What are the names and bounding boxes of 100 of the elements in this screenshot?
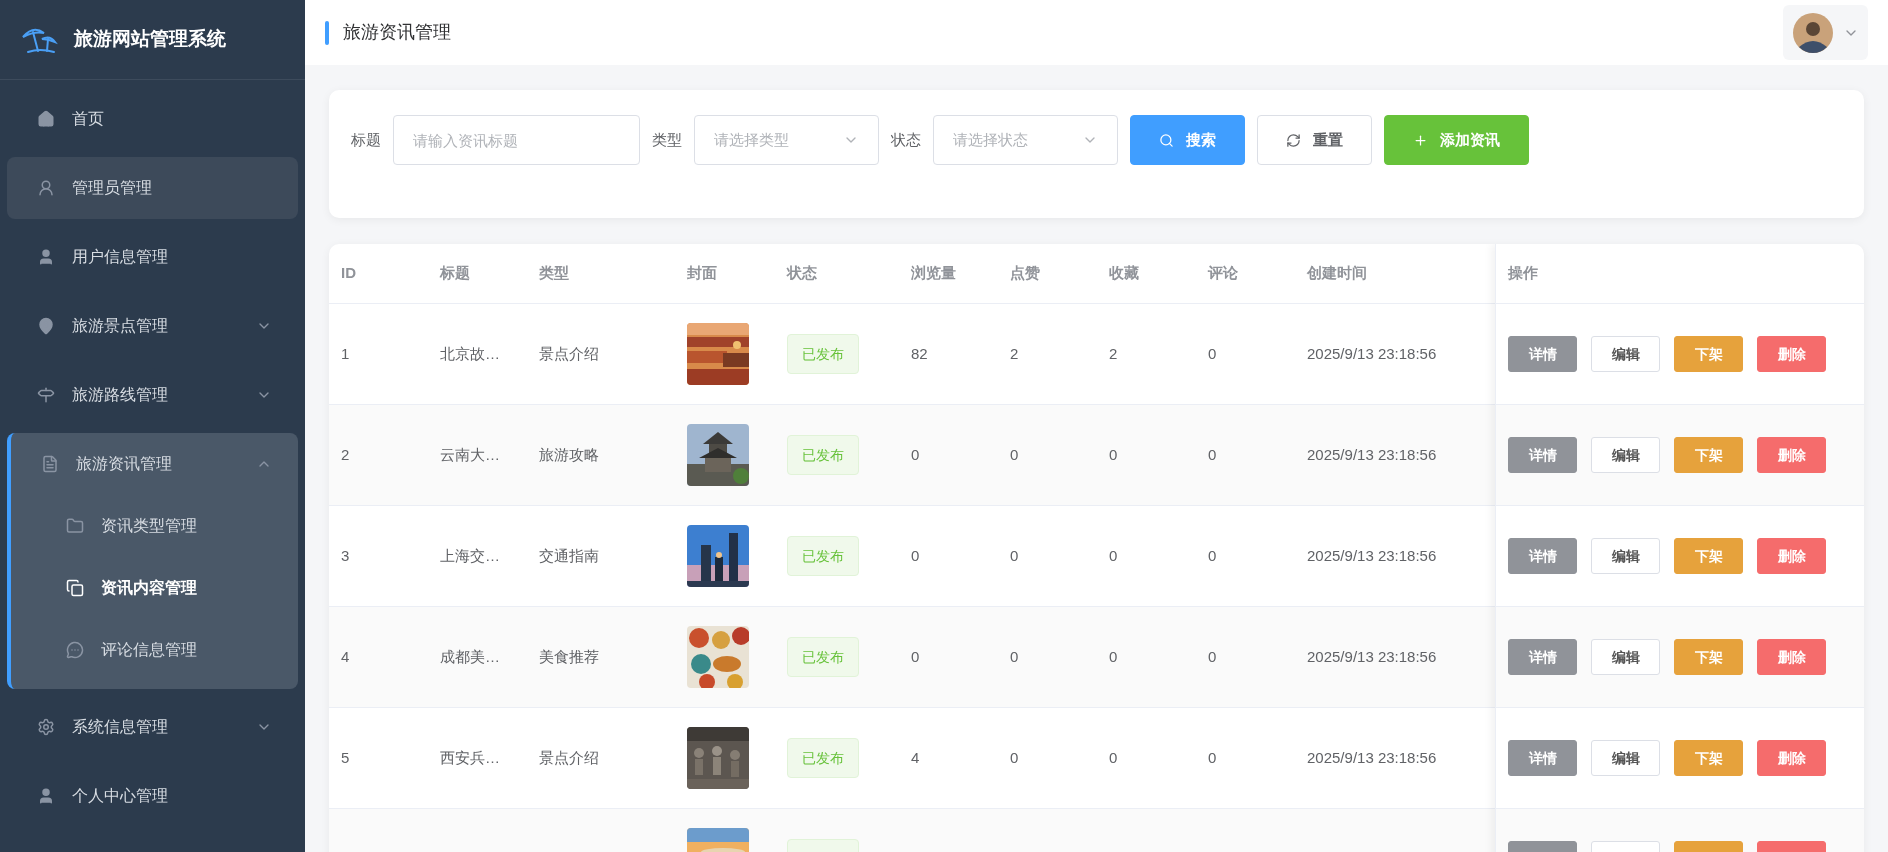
table-cell-text: 2025/9/13 23:18:56	[1307, 747, 1437, 768]
table-cell-text: 0	[1208, 646, 1217, 667]
add-button[interactable]: 添加资讯	[1384, 115, 1529, 165]
menu-item[interactable]: 管理员管理	[7, 157, 298, 219]
details-button[interactable]: 详情	[1508, 437, 1577, 473]
avatar-icon	[1792, 12, 1833, 53]
search-button[interactable]: 搜索	[1130, 115, 1245, 165]
status-tag: 已发布	[787, 536, 859, 576]
delete-button[interactable]: 删除	[1757, 639, 1826, 675]
folder-icon	[66, 517, 84, 535]
table-cell-text: 0	[1109, 545, 1118, 566]
settings-icon	[37, 718, 55, 736]
edit-button[interactable]: 编辑	[1591, 336, 1660, 372]
status-tag: 已发布	[787, 637, 859, 677]
table-cell-text: 北京故…	[440, 343, 500, 364]
table-cell-text: 0	[911, 646, 920, 667]
status-tag: 已发布	[787, 435, 859, 475]
map-pin-icon	[37, 317, 55, 335]
refresh-icon	[1286, 132, 1301, 148]
select-field[interactable]: 请选择类型	[694, 115, 879, 165]
column-header: 创建时间	[1307, 263, 1367, 284]
field-label: 标题	[351, 129, 381, 150]
document-icon	[41, 455, 59, 473]
table-cell-text: 0	[1208, 444, 1217, 465]
menu-item[interactable]: 个人中心管理	[7, 765, 298, 827]
menu-item[interactable]: 首页	[7, 88, 298, 150]
table-cell-text: 0	[1208, 747, 1217, 768]
delete-button[interactable]: 删除	[1757, 437, 1826, 473]
unpublish-button[interactable]: 下架	[1674, 639, 1743, 675]
unpublish-button[interactable]: 下架	[1674, 437, 1743, 473]
table-cell-text: 0	[911, 545, 920, 566]
table-cell-text: 0	[1010, 747, 1019, 768]
submenu-item[interactable]: 评论信息管理	[11, 619, 298, 681]
table-cell-text: 82	[911, 343, 928, 364]
table-cell-text: 景点介绍	[539, 747, 599, 768]
column-header: 操作	[1508, 263, 1538, 284]
unpublish-button[interactable]: 下架	[1674, 740, 1743, 776]
table-cell-text: 4	[341, 646, 350, 667]
search-icon	[1159, 132, 1174, 148]
column-header: ID	[341, 263, 356, 284]
table-cell-text: 0	[1109, 444, 1118, 465]
table-cell-text: 1	[341, 343, 350, 364]
table-cell-text: 景点介绍	[539, 343, 599, 364]
edit-button[interactable]: 编辑	[1591, 740, 1660, 776]
details-button[interactable]: 详情	[1508, 740, 1577, 776]
table-cell-text: 旅游攻略	[539, 444, 599, 465]
field-label: 类型	[652, 129, 682, 150]
edit-button[interactable]: 编辑	[1591, 639, 1660, 675]
select-field[interactable]: 请选择状态	[933, 115, 1118, 165]
chat-icon	[66, 641, 84, 659]
menu-item[interactable]: 旅游景点管理	[7, 295, 298, 357]
column-header: 标题	[440, 263, 470, 284]
status-tag: 已发布	[787, 738, 859, 778]
reset-button[interactable]: 重置	[1257, 115, 1372, 165]
table-cell-text: 2025/9/13 23:18:56	[1307, 343, 1437, 364]
user-icon	[37, 248, 55, 266]
user-menu[interactable]	[1783, 5, 1868, 60]
table-cell-text: 2025/9/13 23:18:56	[1307, 444, 1437, 465]
table-cell-text: 2025/9/13 23:18:56	[1307, 545, 1437, 566]
column-header: 评论	[1208, 263, 1238, 284]
table-cell-text: 4	[911, 747, 920, 768]
delete-button[interactable]: 删除	[1757, 336, 1826, 372]
menu-item[interactable]: 旅游资讯管理	[11, 433, 298, 495]
column-header: 点赞	[1010, 263, 1040, 284]
documents-icon	[66, 579, 84, 597]
edit-button[interactable]: 编辑	[1591, 437, 1660, 473]
edit-button[interactable]: 编辑	[1591, 538, 1660, 574]
table-cell-text: 成都美…	[440, 646, 500, 667]
table-cell-text: 2	[341, 444, 350, 465]
submenu-item[interactable]: 资讯内容管理	[11, 557, 298, 619]
user-icon	[37, 787, 55, 805]
menu-item[interactable]: 用户信息管理	[7, 226, 298, 288]
table-cell-text: 西安兵…	[440, 747, 500, 768]
delete-button[interactable]: 删除	[1757, 538, 1826, 574]
table-cell-text: 0	[1010, 444, 1019, 465]
status-tag: 已发布	[787, 334, 859, 374]
details-button[interactable]: 详情	[1508, 336, 1577, 372]
table-cell-text: 5	[341, 747, 350, 768]
menu-item[interactable]: 旅游路线管理	[7, 364, 298, 426]
table-cell-text: 2	[1010, 343, 1019, 364]
unpublish-button[interactable]: 下架	[1674, 538, 1743, 574]
column-header: 收藏	[1109, 263, 1139, 284]
table-cell-text: 3	[341, 545, 350, 566]
table-cell-text: 2025/9/13 23:18:56	[1307, 646, 1437, 667]
table-cell-text: 0	[1109, 747, 1118, 768]
home-icon	[37, 110, 55, 128]
unpublish-button[interactable]: 下架	[1674, 336, 1743, 372]
submenu-item[interactable]: 资讯类型管理	[11, 495, 298, 557]
details-button[interactable]: 详情	[1508, 538, 1577, 574]
user-icon	[37, 179, 55, 197]
signpost-icon	[37, 386, 55, 404]
column-header: 封面	[687, 263, 717, 284]
table-cell-text: 0	[1109, 646, 1118, 667]
title-input[interactable]: 请输入资讯标题	[393, 115, 640, 165]
menu-item[interactable]: 系统信息管理	[7, 696, 298, 758]
delete-button[interactable]: 删除	[1757, 740, 1826, 776]
table-cell-text: 上海交…	[440, 545, 500, 566]
table-cell-text: 2	[1109, 343, 1118, 364]
table-cell-text: 美食推荐	[539, 646, 599, 667]
details-button[interactable]: 详情	[1508, 639, 1577, 675]
